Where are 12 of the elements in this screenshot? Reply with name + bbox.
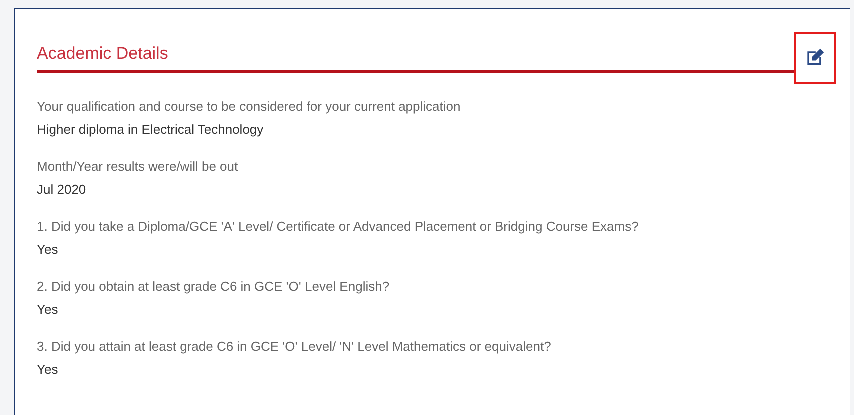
field-value: Jul 2020 [37, 182, 88, 197]
field-value: Yes [37, 242, 60, 257]
field-value: Yes [37, 302, 60, 317]
field-label: 3. Did you attain at least grade C6 in GCE 'O' Level/ 'N' Level Mathematics or equivalent? [37, 339, 552, 354]
field-label: 2. Did you obtain at least grade C6 in GCE 'O' Level English? [37, 279, 391, 294]
section-title: Academic Details [37, 44, 168, 65]
field-value: Higher diploma in Electrical Technology [37, 122, 265, 137]
field-value: Yes [37, 362, 60, 377]
field-label: 1. Did you take a Diploma/GCE 'A' Level/ Certificate or Advanced Placement or Bridging Course Exams? [37, 219, 640, 234]
field-label: Month/Year results were/will be out [37, 159, 240, 174]
edit-button[interactable] [794, 32, 836, 84]
field-label: Your qualification and course to be considered for your current application [37, 99, 462, 114]
